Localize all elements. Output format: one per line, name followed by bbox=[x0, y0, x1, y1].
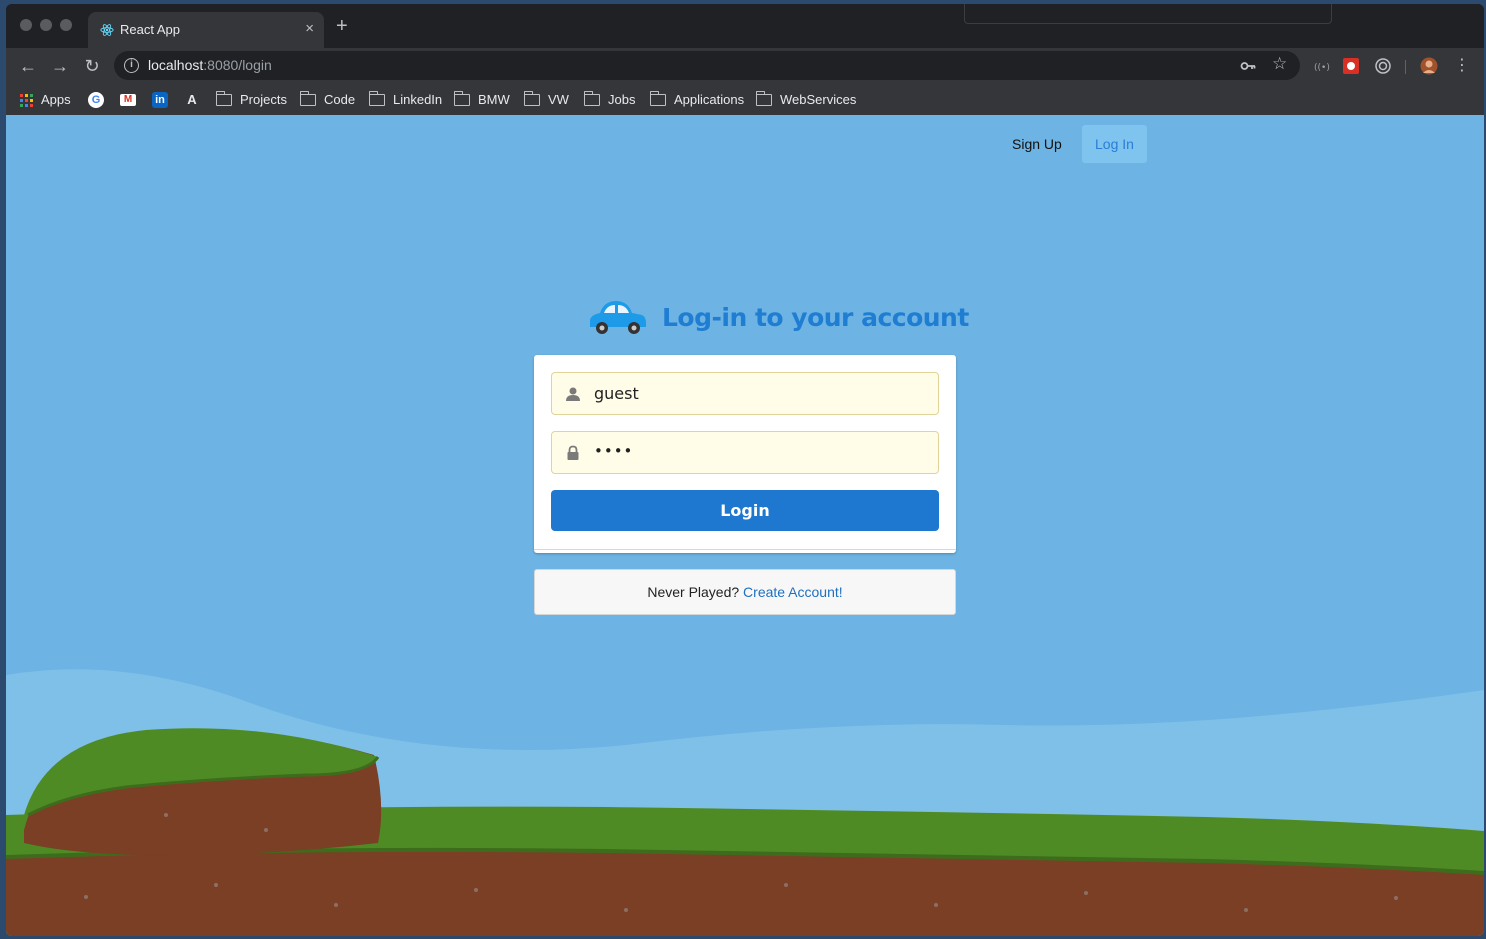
car-icon bbox=[590, 301, 646, 334]
bookmark-linkedin-folder[interactable]: LinkedIn bbox=[368, 91, 442, 108]
folder-icon bbox=[523, 91, 540, 106]
extension-radio-icon[interactable]: ((•)) bbox=[1312, 57, 1330, 75]
bookmark-jobs[interactable]: Jobs bbox=[583, 91, 635, 108]
bookmark-google[interactable]: G bbox=[88, 92, 104, 108]
reload-icon[interactable]: ↻ bbox=[80, 54, 104, 78]
bookmark-linkedin[interactable]: in bbox=[152, 92, 168, 108]
bookmark-apps[interactable]: Apps bbox=[20, 92, 71, 108]
toolbar-divider bbox=[1405, 60, 1406, 74]
bookmark-a[interactable]: A bbox=[184, 92, 200, 108]
react-icon bbox=[100, 24, 114, 36]
browser-toolbar: ← → ↻ i localhost:8080/login ☆ ((•)) bbox=[6, 48, 1484, 84]
folder-icon bbox=[755, 91, 772, 106]
tab-bar: React App × + bbox=[6, 4, 1484, 48]
tab-close-icon[interactable]: × bbox=[305, 20, 314, 37]
apps-grid-icon bbox=[20, 93, 33, 107]
bookmark-webservices[interactable]: WebServices bbox=[755, 91, 856, 108]
nav-login-link[interactable]: Log In bbox=[1082, 125, 1147, 163]
a-icon: A bbox=[187, 92, 197, 107]
address-bar[interactable]: i localhost:8080/login ☆ bbox=[114, 51, 1300, 80]
bookmark-applications[interactable]: Applications bbox=[649, 91, 744, 108]
bookmark-vw[interactable]: VW bbox=[523, 91, 569, 108]
folder-icon bbox=[583, 91, 600, 106]
close-window-button[interactable] bbox=[20, 19, 32, 31]
key-icon[interactable] bbox=[1240, 58, 1256, 74]
nav-signup-link[interactable]: Sign Up bbox=[999, 125, 1075, 163]
folder-icon bbox=[299, 91, 316, 106]
user-icon bbox=[566, 387, 580, 401]
folder-icon bbox=[453, 91, 470, 106]
folder-icon bbox=[649, 91, 666, 106]
extension-red-icon[interactable] bbox=[1342, 57, 1360, 75]
login-heading-text: Log-in to your account bbox=[662, 302, 969, 332]
password-value: •••• bbox=[594, 442, 634, 460]
forward-arrow-icon[interactable]: → bbox=[48, 54, 72, 78]
bookmark-code[interactable]: Code bbox=[299, 91, 355, 108]
create-account-link[interactable]: Create Account! bbox=[743, 584, 843, 600]
linkedin-icon: in bbox=[152, 92, 168, 108]
extension-target-icon[interactable] bbox=[1374, 57, 1392, 75]
message-prefix: Never Played? bbox=[647, 584, 740, 600]
username-field[interactable]: guest bbox=[551, 372, 939, 415]
minimize-window-button[interactable] bbox=[40, 19, 52, 31]
url-text[interactable]: localhost:8080/login bbox=[148, 57, 272, 73]
svg-text:((•)): ((•)) bbox=[1314, 63, 1330, 73]
info-icon[interactable]: i bbox=[124, 58, 139, 73]
page-viewport: Sign Up Log In Log-in to your account gu… bbox=[6, 115, 1484, 936]
browser-window: React App × + ← → ↻ i localhost:8080/log… bbox=[6, 4, 1484, 936]
new-tab-button[interactable]: + bbox=[336, 16, 348, 36]
card-divider bbox=[534, 549, 956, 553]
create-account-message: Never Played? Create Account! bbox=[534, 569, 956, 615]
login-form-card: guest •••• Login bbox=[534, 355, 956, 553]
bookmarks-bar: Apps G M in A Projects Code LinkedIn BMW… bbox=[6, 84, 1484, 115]
browser-tab[interactable]: React App × bbox=[88, 12, 324, 48]
bookmark-projects[interactable]: Projects bbox=[215, 91, 287, 108]
extension-popup-edge bbox=[964, 4, 1332, 24]
folder-icon bbox=[368, 91, 385, 106]
bookmark-bmw[interactable]: BMW bbox=[453, 91, 510, 108]
tab-title: React App bbox=[120, 22, 180, 37]
gmail-icon: M bbox=[120, 94, 136, 106]
profile-avatar-icon[interactable] bbox=[1420, 57, 1438, 75]
login-button[interactable]: Login bbox=[551, 490, 939, 531]
username-value: guest bbox=[594, 384, 639, 403]
back-arrow-icon[interactable]: ← bbox=[16, 54, 40, 78]
bookmark-gmail[interactable]: M bbox=[120, 92, 136, 108]
folder-icon bbox=[215, 91, 232, 106]
browser-menu-icon[interactable]: ⋮ bbox=[1450, 54, 1474, 78]
maximize-window-button[interactable] bbox=[60, 19, 72, 31]
bookmark-star-icon[interactable]: ☆ bbox=[1272, 54, 1287, 74]
google-icon: G bbox=[88, 92, 104, 108]
password-field[interactable]: •••• bbox=[551, 431, 939, 474]
lock-icon bbox=[567, 445, 579, 460]
login-heading: Log-in to your account bbox=[586, 297, 969, 337]
